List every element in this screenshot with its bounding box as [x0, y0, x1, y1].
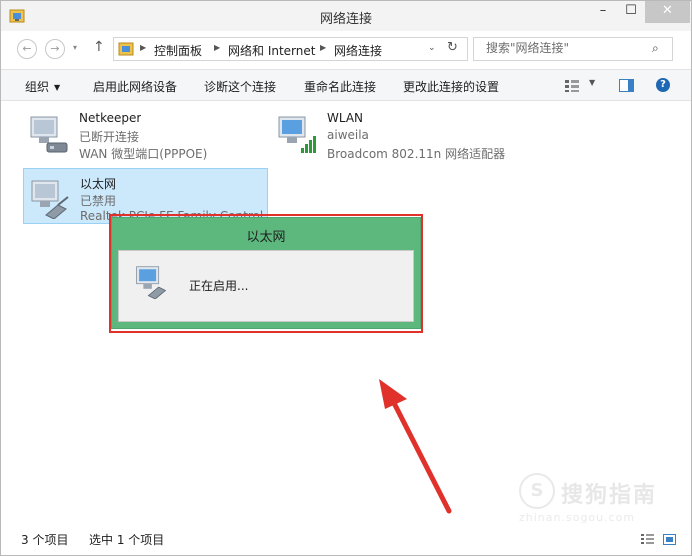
- enable-device-button[interactable]: 启用此网络设备: [93, 78, 177, 95]
- ethernet-cable-icon: [136, 266, 167, 299]
- connection-status: aiweila: [327, 128, 369, 142]
- watermark-text: 搜狗指南: [561, 483, 658, 508]
- sogou-logo-icon: S: [519, 473, 555, 509]
- forward-button[interactable]: →: [45, 39, 65, 59]
- title-bar: 网络连接 – ☐ ✕: [1, 1, 691, 31]
- help-icon[interactable]: ?: [656, 78, 670, 92]
- search-input[interactable]: [486, 41, 646, 55]
- connection-item-netkeeper[interactable]: Netkeeper 已断开连接 WAN 微型端口(PPPOE): [23, 105, 268, 161]
- window-title: 网络连接: [319, 12, 372, 27]
- dialog-title: 以太网: [246, 230, 286, 245]
- connection-name: WLAN: [327, 111, 364, 125]
- connection-item-wlan[interactable]: WLAN aiweila Broadcom 802.11n 网络适配器: [271, 105, 516, 161]
- annotation-arrow-icon: [379, 379, 452, 514]
- network-connections-window: 网络连接 – ☐ ✕ ← → ▾ ↑ ▶ 控制面板 ▶ 网络和 Internet…: [0, 0, 692, 556]
- wan-miniport-icon: [30, 116, 68, 153]
- connection-item-ethernet[interactable]: 以太网 已禁用 Realtek PCIe FE Family Control: [23, 168, 268, 224]
- command-bar: 组织 ▼ 启用此网络设备 诊断这个连接 重命名此连接 更改此连接的设置 ▼ ?: [1, 69, 691, 101]
- control-panel-icon: [118, 42, 134, 56]
- rename-button[interactable]: 重命名此连接: [304, 78, 376, 95]
- search-icon[interactable]: ⌕: [652, 41, 659, 56]
- breadcrumb-separator-icon: ▶: [320, 43, 327, 52]
- minimize-button[interactable]: –: [590, 1, 616, 23]
- recent-locations-icon[interactable]: ▾: [73, 43, 77, 52]
- up-button[interactable]: ↑: [93, 39, 105, 55]
- ethernet-cable-icon: [31, 180, 69, 219]
- dialog-body: 正在启用...: [118, 250, 414, 322]
- breadcrumb-control-panel[interactable]: 控制面板: [154, 42, 202, 59]
- change-settings-button[interactable]: 更改此连接的设置: [403, 78, 499, 95]
- search-box[interactable]: ⌕: [473, 37, 673, 61]
- item-count: 3 个项目: [21, 533, 69, 547]
- address-bar: ← → ▾ ↑ ▶ 控制面板 ▶ 网络和 Internet ▶ 网络连接 ⌄ ↻…: [1, 31, 691, 67]
- preview-pane-icon[interactable]: [619, 79, 634, 92]
- address-box[interactable]: ▶ 控制面板 ▶ 网络和 Internet ▶ 网络连接 ⌄ ↻: [113, 37, 468, 61]
- connection-device: WAN 微型端口(PPPOE): [79, 147, 208, 161]
- diagnose-button[interactable]: 诊断这个连接: [204, 78, 276, 95]
- connection-name: Netkeeper: [79, 111, 142, 125]
- dialog-message: 正在启用...: [189, 279, 249, 293]
- connection-name: 以太网: [80, 177, 117, 191]
- sogou-watermark: S 搜狗指南 zhinan.sogou.com: [519, 473, 679, 524]
- large-icons-view-icon[interactable]: [663, 534, 676, 545]
- breadcrumb-network-internet[interactable]: 网络和 Internet: [228, 42, 315, 59]
- refresh-icon[interactable]: ↻: [447, 40, 458, 55]
- breadcrumb-network-connections[interactable]: 网络连接: [334, 42, 382, 59]
- breadcrumb-separator-icon: ▶: [214, 43, 221, 52]
- change-view-icon[interactable]: [565, 80, 579, 92]
- selected-count: 选中 1 个项目: [89, 533, 165, 547]
- connection-status: 已断开连接: [79, 130, 140, 144]
- connection-device: Broadcom 802.11n 网络适配器: [327, 147, 506, 161]
- details-view-icon[interactable]: [641, 534, 654, 545]
- back-button[interactable]: ←: [17, 39, 37, 59]
- organize-label: 组织: [25, 80, 50, 94]
- wlan-signal-icon: [278, 116, 316, 153]
- address-dropdown-icon[interactable]: ⌄: [428, 43, 436, 53]
- breadcrumb-separator-icon: ▶: [140, 43, 147, 52]
- chevron-down-icon: ▼: [54, 83, 61, 92]
- watermark-url: zhinan.sogou.com: [519, 511, 636, 524]
- organize-menu[interactable]: 组织 ▼: [25, 78, 60, 95]
- close-button[interactable]: ✕: [645, 1, 690, 23]
- maximize-button[interactable]: ☐: [618, 1, 644, 23]
- connection-status: 已禁用: [80, 194, 117, 208]
- status-bar: 3 个项目 选中 1 个项目: [1, 525, 691, 555]
- view-dropdown-icon[interactable]: ▼: [589, 78, 595, 87]
- enabling-dialog: 以太网 正在启用...: [111, 217, 421, 329]
